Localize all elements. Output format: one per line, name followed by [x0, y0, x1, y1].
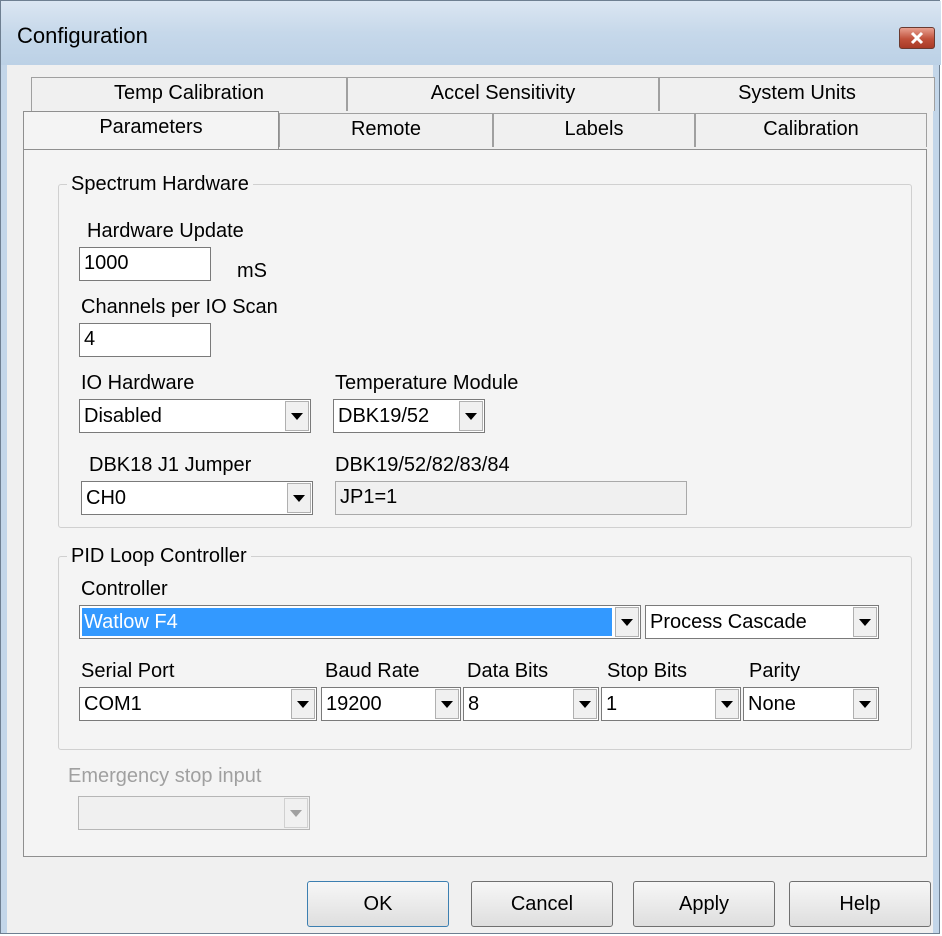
chevron-down-icon — [621, 619, 633, 626]
temperature-module-value: DBK19/52 — [338, 405, 430, 427]
chevron-down-icon — [579, 701, 591, 708]
hardware-update-input[interactable]: 1000 — [79, 247, 211, 281]
controller-value: Watlow F4 — [82, 608, 612, 636]
tab-remote[interactable]: Remote — [279, 113, 493, 147]
dbk18-jumper-dropdown-button[interactable] — [287, 483, 311, 513]
chevron-down-icon — [293, 495, 305, 502]
controller-mode-select[interactable]: Process Cascade — [645, 605, 879, 639]
temperature-module-dropdown-button[interactable] — [459, 401, 483, 431]
chevron-down-icon — [441, 701, 453, 708]
chevron-down-icon — [721, 701, 733, 708]
stop-bits-select[interactable]: 1 — [601, 687, 741, 721]
data-bits-value: 8 — [468, 693, 480, 715]
stop-bits-value: 1 — [606, 693, 618, 715]
emergency-stop-dropdown-button[interactable] — [284, 798, 308, 828]
baud-rate-value: 19200 — [326, 693, 382, 715]
controller-dropdown-button[interactable] — [615, 607, 639, 637]
controller-select[interactable]: Watlow F4 — [79, 605, 641, 639]
temperature-module-label: Temperature Module — [335, 372, 519, 394]
dbk19-jumper-label: DBK19/52/82/83/84 — [335, 454, 510, 476]
channels-per-scan-input[interactable]: 4 — [79, 323, 211, 357]
controller-mode-value: Process Cascade — [650, 611, 807, 633]
parity-value: None — [748, 693, 796, 715]
cancel-button[interactable]: Cancel — [471, 881, 613, 927]
controller-label: Controller — [81, 578, 168, 600]
emergency-stop-label: Emergency stop input — [68, 765, 262, 787]
stop-bits-label: Stop Bits — [607, 660, 688, 682]
chevron-down-icon — [297, 701, 309, 708]
io-hardware-select[interactable]: Disabled — [79, 399, 311, 433]
dbk19-jumper-value: JP1=1 — [335, 481, 687, 515]
tab-accel-sensitivity[interactable]: Accel Sensitivity — [347, 77, 659, 111]
chevron-down-icon — [465, 413, 477, 420]
pid-loop-controller-group: PID Loop Controller Controller Watlow F4… — [58, 544, 912, 750]
io-hardware-value: Disabled — [84, 405, 162, 427]
hardware-update-label: Hardware Update — [87, 220, 244, 242]
baud-rate-dropdown-button[interactable] — [435, 689, 459, 719]
baud-rate-label: Baud Rate — [325, 660, 420, 682]
io-hardware-label: IO Hardware — [81, 372, 195, 394]
parity-label: Parity — [749, 660, 801, 682]
dbk18-jumper-select[interactable]: CH0 — [81, 481, 313, 515]
data-bits-dropdown-button[interactable] — [573, 689, 597, 719]
parameters-panel: Spectrum Hardware Hardware Update 1000 m… — [23, 149, 927, 857]
serial-port-dropdown-button[interactable] — [291, 689, 315, 719]
window-frame-left — [1, 65, 7, 933]
data-bits-label: Data Bits — [467, 660, 549, 682]
configuration-dialog: Configuration Temp Calibration Accel Sen… — [0, 0, 941, 934]
temperature-module-select[interactable]: DBK19/52 — [333, 399, 485, 433]
serial-port-label: Serial Port — [81, 660, 175, 682]
data-bits-select[interactable]: 8 — [463, 687, 599, 721]
close-icon — [910, 31, 924, 45]
apply-button[interactable]: Apply — [633, 881, 775, 927]
chevron-down-icon — [859, 701, 871, 708]
tab-parameters[interactable]: Parameters — [23, 111, 279, 149]
title-bar[interactable]: Configuration — [1, 1, 941, 65]
channels-per-scan-label: Channels per IO Scan — [81, 296, 278, 318]
stop-bits-dropdown-button[interactable] — [715, 689, 739, 719]
tab-calibration[interactable]: Calibration — [695, 113, 927, 147]
spectrum-hardware-group: Spectrum Hardware Hardware Update 1000 m… — [58, 172, 912, 528]
tab-labels[interactable]: Labels — [493, 113, 695, 147]
spectrum-hardware-title: Spectrum Hardware — [67, 172, 253, 196]
ok-button[interactable]: OK — [307, 881, 449, 927]
baud-rate-select[interactable]: 19200 — [321, 687, 461, 721]
parity-select[interactable]: None — [743, 687, 879, 721]
pid-loop-controller-title: PID Loop Controller — [67, 544, 251, 568]
serial-port-value: COM1 — [84, 693, 142, 715]
io-hardware-dropdown-button[interactable] — [285, 401, 309, 431]
chevron-down-icon — [290, 810, 302, 817]
help-button[interactable]: Help — [789, 881, 931, 927]
window-frame-right — [933, 65, 939, 933]
dbk18-jumper-label: DBK18 J1 Jumper — [89, 454, 252, 476]
dbk18-jumper-value: CH0 — [86, 487, 127, 509]
chevron-down-icon — [859, 619, 871, 626]
controller-mode-dropdown-button[interactable] — [853, 607, 877, 637]
chevron-down-icon — [291, 413, 303, 420]
emergency-stop-select[interactable] — [78, 796, 310, 830]
tab-temp-calibration[interactable]: Temp Calibration — [31, 77, 347, 111]
serial-port-select[interactable]: COM1 — [79, 687, 317, 721]
parity-dropdown-button[interactable] — [853, 689, 877, 719]
hardware-update-unit: mS — [237, 260, 267, 282]
window-title: Configuration — [17, 23, 148, 48]
close-button[interactable] — [899, 27, 935, 49]
tab-system-units[interactable]: System Units — [659, 77, 935, 111]
